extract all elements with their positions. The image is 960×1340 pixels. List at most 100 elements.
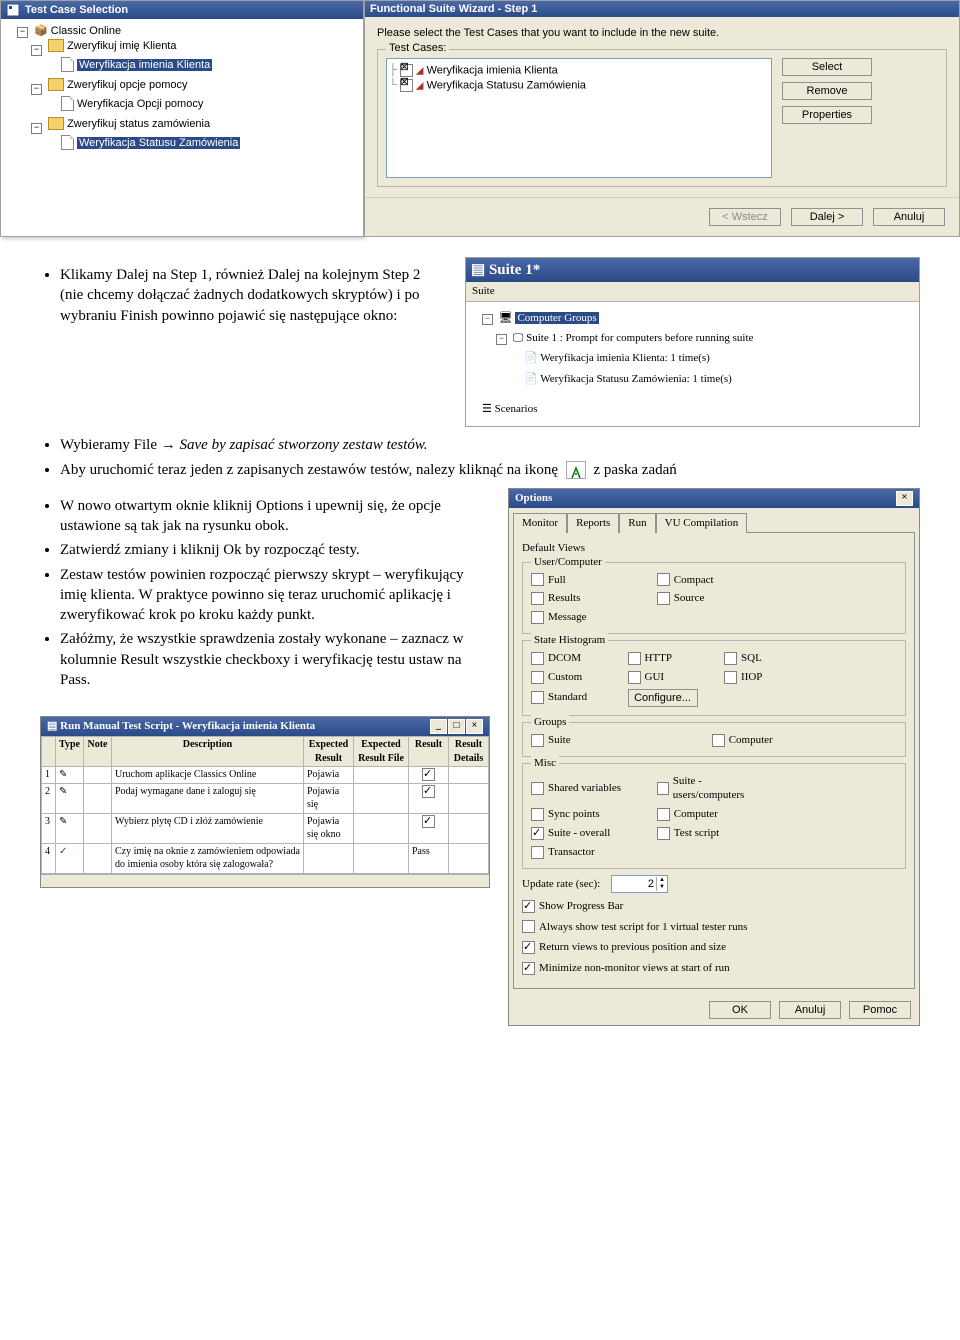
checkbox-http[interactable]: HTTP bbox=[628, 651, 709, 666]
checkbox-return[interactable]: Return views to previous position and si… bbox=[522, 940, 726, 955]
collapse-icon[interactable]: − bbox=[496, 334, 507, 345]
checkbox-dcom[interactable]: DCOM bbox=[531, 651, 612, 666]
checkbox-computer[interactable]: Computer bbox=[712, 733, 877, 748]
collapse-icon[interactable]: − bbox=[31, 84, 42, 95]
testcase-icon bbox=[61, 96, 74, 111]
table-row[interactable]: 2 Podaj wymagane dane i zaloguj sięPojaw… bbox=[42, 783, 489, 813]
package-icon: 📦 bbox=[34, 24, 48, 37]
result-checkbox[interactable] bbox=[422, 768, 435, 781]
help-button[interactable]: Pomoc bbox=[849, 1001, 911, 1019]
update-rate-spinner[interactable]: ▲▼ bbox=[611, 875, 668, 893]
checkbox-computer2[interactable]: Computer bbox=[657, 807, 767, 822]
tab-monitor[interactable]: Monitor bbox=[513, 513, 567, 533]
collapse-icon[interactable]: − bbox=[31, 45, 42, 56]
checkbox-minimize[interactable]: Minimize non-monitor views at start of r… bbox=[522, 961, 730, 976]
ok-button[interactable]: OK bbox=[709, 1001, 771, 1019]
minimize-icon[interactable]: _ bbox=[430, 719, 447, 734]
checkbox-suite-overall[interactable]: Suite - overall bbox=[531, 826, 641, 841]
col-header: Description bbox=[112, 737, 304, 767]
tab-run[interactable]: Run bbox=[619, 513, 655, 533]
checkbox-source[interactable]: Source bbox=[657, 591, 767, 606]
body-text: Wybieramy File → Save by zapisać stworzo… bbox=[60, 435, 920, 455]
select-button[interactable]: Select bbox=[782, 58, 872, 76]
checkbox-full[interactable]: Full bbox=[531, 573, 641, 588]
table-row[interactable]: 3 Wybierz płytę CD i złóż zamówieniePoja… bbox=[42, 813, 489, 843]
properties-button[interactable]: Properties bbox=[782, 106, 872, 124]
scrollbar[interactable] bbox=[41, 874, 489, 887]
tab-reports[interactable]: Reports bbox=[567, 513, 619, 533]
run-manual-test-script-window: ▤ Run Manual Test Script - Weryfikacja i… bbox=[40, 716, 490, 888]
screen-icon: 🖵 bbox=[513, 332, 524, 344]
table-row[interactable]: 4✓ Czy imię na oknie z zamówieniem odpow… bbox=[42, 843, 489, 873]
col-header: Result bbox=[409, 737, 449, 767]
col-header: Expected Result bbox=[304, 737, 354, 767]
checkbox-transactor[interactable]: Transactor bbox=[531, 845, 641, 860]
tree-item[interactable]: Weryfikacja Statusu Zamówienia: 1 time(s… bbox=[540, 373, 732, 385]
checkbox-testscript[interactable]: Test script bbox=[657, 826, 767, 841]
col-header: Expected Result File bbox=[354, 737, 409, 767]
tree-item[interactable]: Suite 1 : Prompt for computers before ru… bbox=[526, 332, 753, 344]
tree-item[interactable]: Weryfikacja Statusu Zamówienia bbox=[61, 135, 240, 150]
close-icon[interactable]: × bbox=[896, 491, 913, 506]
tab-vu[interactable]: VU Compilation bbox=[656, 513, 748, 533]
cancel-button[interactable]: Anuluj bbox=[779, 1001, 841, 1019]
maximize-icon[interactable]: □ bbox=[448, 719, 465, 734]
spin-up-icon[interactable]: ▲ bbox=[657, 877, 667, 884]
tree-item[interactable]: Computer Groups bbox=[515, 312, 598, 324]
testcases-listbox[interactable]: ├◢ Weryfikacja imienia Klienta └◢ Weryfi… bbox=[386, 58, 772, 178]
tree-root[interactable]: 📦 Classic Online bbox=[34, 24, 121, 37]
result-dropdown[interactable]: Pass bbox=[409, 843, 449, 873]
tree-folder[interactable]: Zweryfikuj imię Klienta bbox=[48, 39, 176, 52]
script-icon: ◢ bbox=[416, 80, 424, 91]
tree-item[interactable]: Weryfikacja imienia Klienta: 1 time(s) bbox=[540, 352, 710, 364]
result-checkbox[interactable] bbox=[422, 785, 435, 798]
col-header: Result Details bbox=[449, 737, 489, 767]
checkbox-gui[interactable]: GUI bbox=[628, 670, 709, 685]
close-icon[interactable]: × bbox=[466, 719, 483, 734]
tree-folder[interactable]: Zweryfikuj status zamówienia bbox=[48, 117, 210, 130]
tree-item[interactable]: Weryfikacja imienia Klienta bbox=[61, 57, 212, 72]
checkbox-sql[interactable]: SQL bbox=[724, 651, 805, 666]
back-button: < Wstecz bbox=[709, 208, 781, 226]
checkbox-shared[interactable]: Shared variables bbox=[531, 774, 641, 804]
checkbox-custom[interactable]: Custom bbox=[531, 670, 612, 685]
spin-down-icon[interactable]: ▼ bbox=[657, 884, 667, 891]
script-icon: 📄 bbox=[524, 352, 538, 364]
checkbox-iiop[interactable]: IIOP bbox=[724, 670, 805, 685]
body-text: Załóżmy, że wszystkie sprawdzenia został… bbox=[60, 629, 490, 690]
suite-menu[interactable]: Suite bbox=[466, 282, 919, 302]
tree-item[interactable]: Weryfikacja Opcji pomocy bbox=[61, 96, 203, 111]
table-row[interactable]: 1 Uruchom aplikacje Classics OnlinePojaw… bbox=[42, 767, 489, 784]
pencil-icon bbox=[56, 783, 84, 813]
checkbox-results[interactable]: Results bbox=[531, 591, 641, 606]
arrow-icon: → bbox=[161, 436, 176, 453]
checkbox-suite-uc[interactable]: Suite - users/computers bbox=[657, 774, 767, 804]
checkbox-icon[interactable] bbox=[400, 79, 413, 92]
checkbox-progressbar[interactable]: Show Progress Bar bbox=[522, 899, 623, 914]
cancel-button[interactable]: Anuluj bbox=[873, 208, 945, 226]
section-label: Default Views bbox=[522, 541, 906, 556]
tc-item[interactable]: ├◢ Weryfikacja imienia Klienta bbox=[389, 63, 769, 78]
collapse-icon[interactable]: − bbox=[482, 314, 493, 325]
result-checkbox[interactable] bbox=[422, 815, 435, 828]
app-icon bbox=[6, 3, 20, 17]
script-icon: 📄 bbox=[524, 373, 538, 385]
checkbox-standard[interactable]: Standard bbox=[531, 689, 612, 707]
tree-item[interactable]: Scenarios bbox=[495, 403, 538, 415]
wizard-title: Functional Suite Wizard - Step 1 bbox=[365, 1, 959, 17]
configure-button[interactable]: Configure... bbox=[628, 689, 698, 707]
group-legend: Groups bbox=[531, 715, 569, 730]
checkbox-suite[interactable]: Suite bbox=[531, 733, 696, 748]
update-rate-input[interactable] bbox=[612, 878, 656, 890]
checkbox-compact[interactable]: Compact bbox=[657, 573, 767, 588]
checkbox-alwaysshow[interactable]: Always show test script for 1 virtual te… bbox=[522, 920, 747, 935]
next-button[interactable]: Dalej > bbox=[791, 208, 863, 226]
checkbox-message[interactable]: Message bbox=[531, 610, 641, 625]
tree-folder[interactable]: Zweryfikuj opcje pomocy bbox=[48, 78, 187, 91]
remove-button[interactable]: Remove bbox=[782, 82, 872, 100]
tc-item[interactable]: └◢ Weryfikacja Statusu Zamówienia bbox=[389, 78, 769, 93]
collapse-icon[interactable]: − bbox=[17, 27, 28, 38]
collapse-icon[interactable]: − bbox=[31, 123, 42, 134]
checkbox-sync[interactable]: Sync points bbox=[531, 807, 641, 822]
group-legend: Misc bbox=[531, 756, 559, 771]
